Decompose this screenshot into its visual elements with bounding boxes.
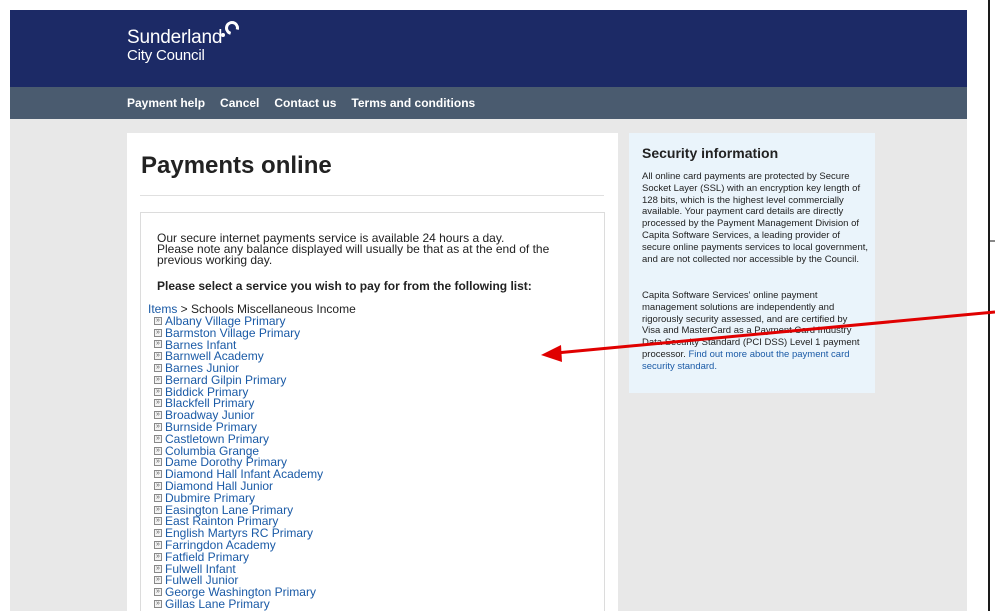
chevron-right-icon: » <box>154 541 162 550</box>
council-logo[interactable]: Sunderland City Council <box>127 18 242 64</box>
chevron-right-icon: » <box>154 458 162 467</box>
chevron-right-icon: » <box>154 505 162 514</box>
site-header: Sunderland City Council <box>10 10 967 87</box>
chevron-right-icon: » <box>154 493 162 502</box>
nav-links: Payment help Cancel Contact us Terms and… <box>127 96 475 110</box>
security-title: Security information <box>642 145 779 161</box>
logo-swirl-icon <box>222 18 242 38</box>
security-info-panel: Security information All online card pay… <box>629 133 875 393</box>
chevron-right-icon: » <box>154 446 162 455</box>
intro-text: Our secure internet payments service is … <box>157 232 587 267</box>
nav-payment-help[interactable]: Payment help <box>127 96 205 110</box>
logo-line-1: Sunderland <box>127 27 223 48</box>
chevron-right-icon: » <box>154 576 162 585</box>
select-service-heading: Please select a service you wish to pay … <box>157 279 532 293</box>
chevron-right-icon: » <box>154 411 162 420</box>
chevron-right-icon: » <box>154 316 162 325</box>
nav-cancel[interactable]: Cancel <box>220 96 259 110</box>
service-list: » Albany Village Primary» Barmston Village… <box>154 315 323 610</box>
chevron-right-icon: » <box>154 352 162 361</box>
service-item[interactable]: » Fatfield Primary <box>154 551 323 563</box>
logo-dot-icon <box>221 33 225 37</box>
intro-line-3: previous working day. <box>157 253 273 267</box>
window-edge-divider <box>988 0 990 611</box>
window-edge-tick <box>990 240 995 242</box>
title-divider <box>140 195 604 196</box>
security-paragraph-1: All online card payments are protected b… <box>642 171 869 265</box>
service-item[interactable]: » Castletown Primary <box>154 433 323 445</box>
chevron-right-icon: » <box>154 364 162 373</box>
chevron-right-icon: » <box>154 529 162 538</box>
service-item[interactable]: » Bernard Gilpin Primary <box>154 374 323 386</box>
service-selection-box: Our secure internet payments service is … <box>140 212 605 611</box>
service-item-label: Gillas Lane Primary <box>165 597 270 611</box>
chevron-right-icon: » <box>154 375 162 384</box>
main-panel: Payments online Our secure internet paym… <box>127 133 618 611</box>
chevron-right-icon: » <box>154 564 162 573</box>
nav-bar: Payment help Cancel Contact us Terms and… <box>10 87 967 119</box>
chevron-right-icon: » <box>154 588 162 597</box>
chevron-right-icon: » <box>154 387 162 396</box>
chevron-right-icon: » <box>154 434 162 443</box>
service-item[interactable]: » Barmston Village Primary <box>154 327 323 339</box>
chevron-right-icon: » <box>154 399 162 408</box>
chevron-right-icon: » <box>154 482 162 491</box>
chevron-right-icon: » <box>154 423 162 432</box>
page-title: Payments online <box>141 152 332 179</box>
chevron-right-icon: » <box>154 552 162 561</box>
chevron-right-icon: » <box>154 340 162 349</box>
chevron-right-icon: » <box>154 600 162 609</box>
page: Sunderland City Council Payment help Can… <box>0 0 995 611</box>
security-paragraph-2: Capita Software Services' online payment… <box>642 290 868 373</box>
service-item[interactable]: » Dubmire Primary <box>154 492 323 504</box>
logo-line-2: City Council <box>127 47 205 64</box>
service-item-label: Barmston Village Primary <box>165 325 301 340</box>
chevron-right-icon: » <box>154 328 162 337</box>
chevron-right-icon: » <box>154 470 162 479</box>
chevron-right-icon: » <box>154 517 162 526</box>
nav-terms-and-conditions[interactable]: Terms and conditions <box>351 96 475 110</box>
service-item[interactable]: » Gillas Lane Primary <box>154 598 323 610</box>
nav-contact-us[interactable]: Contact us <box>274 96 336 110</box>
